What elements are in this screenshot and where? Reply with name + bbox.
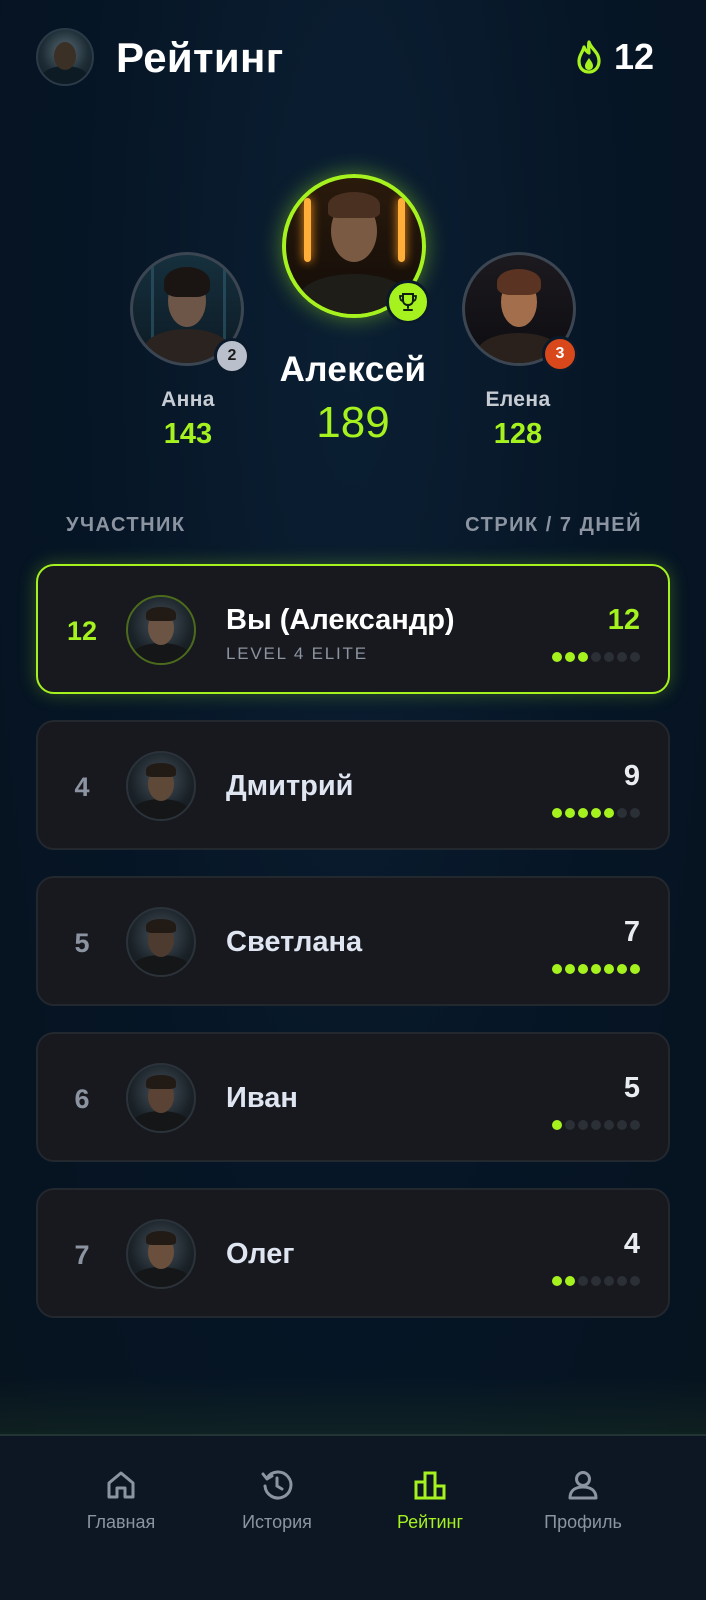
streak-dot-active: [578, 964, 588, 974]
nav-label-history: История: [242, 1512, 312, 1532]
row-name: Вы (Александр): [226, 604, 455, 636]
leaderboard-icon: [414, 1471, 446, 1500]
column-header-streak: СТРИК / 7 ДНЕЙ: [465, 514, 642, 536]
row-name: Дмитрий: [226, 770, 354, 802]
streak-dot-inactive: [617, 1120, 627, 1130]
bottom-navigation: Главная История Рейтинг Профиль: [0, 1376, 706, 1600]
nav-label-home: Главная: [86, 1512, 156, 1532]
row-name: Светлана: [226, 926, 363, 958]
streak-dot-active: [604, 808, 614, 818]
page-title: Рейтинг: [116, 34, 284, 81]
streak-dot-inactive: [578, 1276, 588, 1286]
row-avatar: [126, 751, 196, 821]
history-icon: [261, 1470, 293, 1500]
streak-week-dots: [552, 652, 640, 662]
nav-item-home[interactable]: Главная: [46, 1468, 196, 1533]
streak-week-dots: [552, 808, 640, 818]
streak-dot-active: [591, 964, 601, 974]
streak-dot-active: [552, 808, 562, 818]
row-avatar: [126, 907, 196, 977]
leaderboard-row[interactable]: 7 Олег 4: [36, 1188, 670, 1318]
streak-dot-inactive: [630, 652, 640, 662]
home-icon: [107, 1471, 135, 1499]
nav-item-rating[interactable]: Рейтинг: [355, 1468, 505, 1533]
streak-dot-active: [565, 808, 575, 818]
streak-dot-inactive: [630, 1120, 640, 1130]
streak-dot-active: [617, 964, 627, 974]
row-name: Олег: [226, 1238, 295, 1270]
trophy-icon: [399, 293, 417, 311]
row-rank: 6: [74, 1084, 90, 1114]
row-avatar: [126, 1219, 196, 1289]
profile-icon: [568, 1471, 598, 1500]
streak-dot-inactive: [591, 1120, 601, 1130]
row-streak-count: 5: [623, 1072, 640, 1104]
streak-dot-active: [552, 1120, 562, 1130]
row-avatar: [126, 595, 196, 665]
streak-dot-active: [565, 652, 575, 662]
streak-counter[interactable]: 12: [574, 36, 654, 78]
row-streak-count: 9: [623, 760, 640, 792]
row-streak-count: 4: [623, 1228, 640, 1260]
nav-label-profile: Профиль: [544, 1512, 622, 1532]
streak-dot-active: [552, 652, 562, 662]
row-avatar: [126, 1063, 196, 1133]
leaderboard-row[interactable]: 6 Иван 5: [36, 1032, 670, 1162]
streak-dot-active: [604, 964, 614, 974]
streak-dot-inactive: [617, 652, 627, 662]
nav-item-profile[interactable]: Профиль: [508, 1468, 658, 1533]
user-avatar[interactable]: [36, 28, 94, 86]
streak-dot-inactive: [565, 1120, 575, 1130]
rank-badge-third: 3: [542, 336, 578, 372]
flame-icon: [577, 40, 601, 74]
streak-dot-active: [591, 808, 601, 818]
streak-dot-active: [565, 1276, 575, 1286]
streak-dot-active: [565, 964, 575, 974]
streak-dot-inactive: [604, 652, 614, 662]
streak-week-dots: [552, 1276, 640, 1286]
streak-dot-inactive: [591, 652, 601, 662]
row-rank: 4: [74, 772, 90, 802]
streak-dot-inactive: [617, 1276, 627, 1286]
streak-dot-active: [630, 964, 640, 974]
streak-count: 12: [613, 36, 654, 77]
streak-week-dots: [552, 1120, 640, 1130]
row-level: LEVEL 4 ELITE: [226, 644, 368, 663]
streak-dot-active: [578, 652, 588, 662]
row-rank: 7: [74, 1240, 90, 1270]
rank-badge-second: 2: [214, 338, 250, 374]
leaderboard-row-current-user[interactable]: 12 Вы (Александр) LEVEL 4 ELITE 12: [36, 564, 670, 694]
nav-item-history[interactable]: История: [202, 1468, 352, 1533]
streak-dot-inactive: [604, 1120, 614, 1130]
streak-dot-inactive: [604, 1276, 614, 1286]
streak-dot-inactive: [617, 808, 627, 818]
leaderboard-row[interactable]: 5 Светлана 7: [36, 876, 670, 1006]
streak-dot-inactive: [630, 808, 640, 818]
streak-dot-active: [578, 808, 588, 818]
streak-dot-active: [552, 1276, 562, 1286]
podium-name-third: Елена: [485, 388, 551, 411]
streak-dot-inactive: [591, 1276, 601, 1286]
column-header-participant: УЧАСТНИК: [66, 514, 186, 536]
streak-week-dots: [552, 964, 640, 974]
streak-dot-active: [552, 964, 562, 974]
row-streak-count: 12: [607, 604, 640, 636]
streak-dot-inactive: [578, 1120, 588, 1130]
row-streak-count: 7: [623, 916, 640, 948]
podium-score-third: 128: [493, 418, 543, 450]
streak-dot-inactive: [630, 1276, 640, 1286]
header: Рейтинг 12: [0, 0, 706, 120]
trophy-badge: [386, 280, 430, 324]
nav-label-rating: Рейтинг: [396, 1512, 464, 1532]
row-rank: 5: [74, 928, 90, 958]
row-name: Иван: [226, 1082, 298, 1114]
leaderboard-row[interactable]: 4 Дмитрий 9: [36, 720, 670, 850]
row-rank: 12: [66, 616, 98, 646]
podium-name-first: Алексей: [279, 350, 427, 389]
